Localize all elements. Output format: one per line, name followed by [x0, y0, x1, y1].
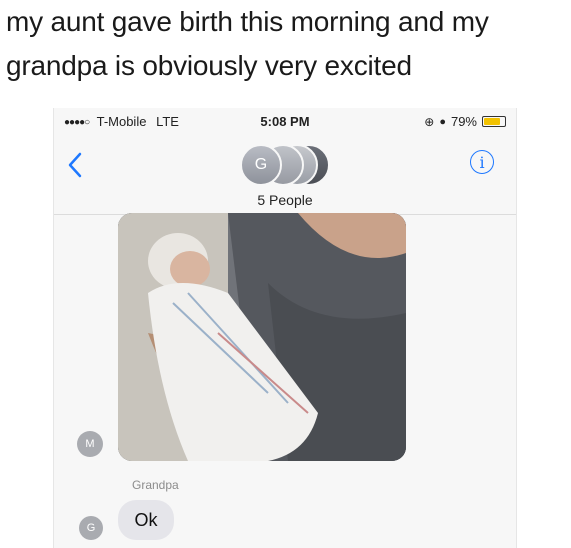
- meme-caption: my aunt gave birth this morning and my g…: [6, 0, 566, 88]
- people-count[interactable]: 5 People: [54, 192, 516, 208]
- sender-avatar-m: M: [77, 431, 103, 457]
- baby-photo-message[interactable]: [118, 213, 406, 461]
- chevron-left-icon: [68, 152, 82, 178]
- sender-avatar-g: G: [79, 516, 103, 540]
- conversation-header: G 5 People i: [54, 134, 516, 215]
- caption-line-2: grandpa is obviously very excited: [6, 50, 412, 81]
- back-button[interactable]: [68, 146, 94, 180]
- baby-photo-image: [118, 213, 406, 461]
- status-bar: ●●●●○ T-Mobile LTE 5:08 PM ⊕ ● 79%: [54, 108, 516, 134]
- battery-level-fill: [484, 118, 500, 125]
- avatar-g: G: [240, 144, 282, 186]
- group-avatars[interactable]: G: [240, 144, 340, 188]
- message-bubble[interactable]: Ok: [118, 500, 174, 540]
- battery-percent: 79%: [450, 114, 477, 129]
- phone-screenshot: ●●●●○ T-Mobile LTE 5:08 PM ⊕ ● 79% G 5 P…: [53, 108, 517, 548]
- battery-icon: [482, 116, 506, 127]
- caption-line-1: my aunt gave birth this morning and my: [6, 6, 489, 37]
- rotation-lock-icon: ⊕: [424, 114, 435, 129]
- info-button[interactable]: i: [470, 150, 494, 174]
- alarm-icon: ●: [439, 115, 446, 128]
- status-right: ⊕ ● 79%: [424, 114, 506, 129]
- sender-name: Grandpa: [132, 478, 179, 492]
